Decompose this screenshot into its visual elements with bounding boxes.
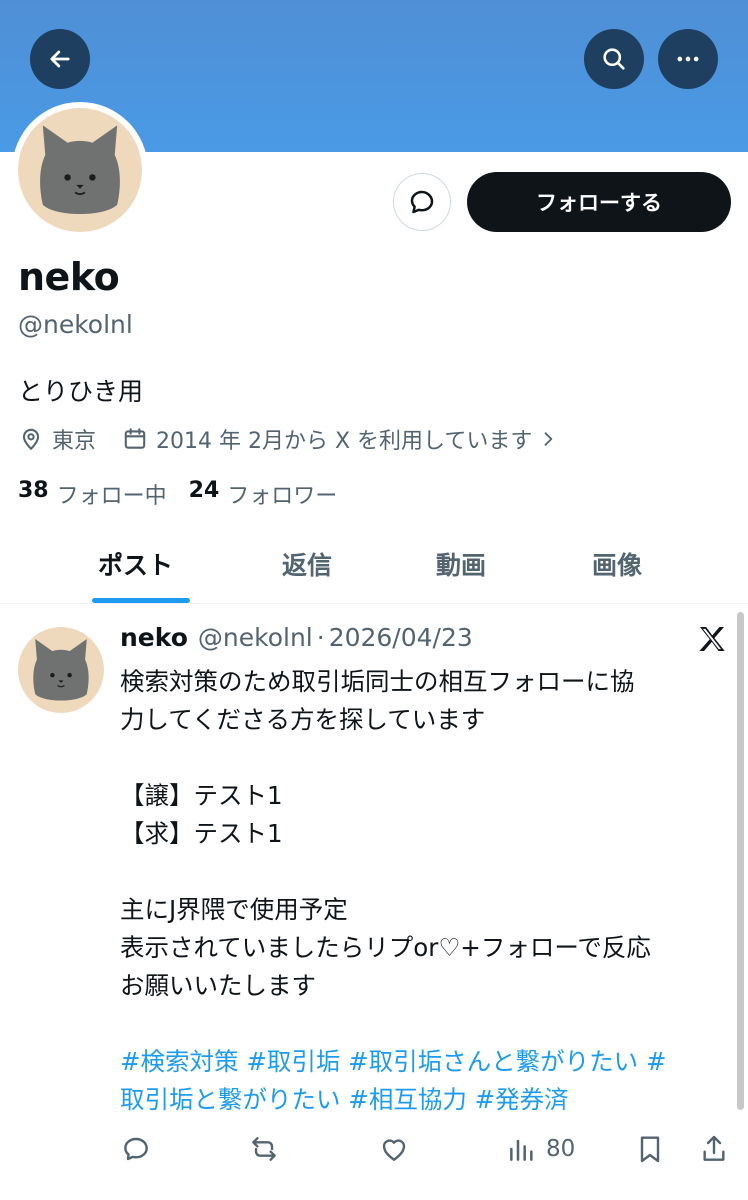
views-count: 80 bbox=[546, 1136, 576, 1162]
tab-replies[interactable]: 返信 bbox=[282, 546, 332, 582]
post-text-line bbox=[120, 853, 732, 891]
share-button[interactable] bbox=[698, 1133, 730, 1165]
reply-icon bbox=[124, 1137, 148, 1161]
cat-avatar-icon bbox=[40, 125, 120, 215]
reply-button[interactable] bbox=[120, 1133, 152, 1165]
views-button[interactable]: 80 bbox=[506, 1133, 575, 1165]
followers-label: フォロワー bbox=[227, 484, 338, 509]
active-tab-indicator bbox=[92, 598, 190, 603]
post-text: 検索対策のため取引垢同士の相互フォローに協 力してくださる方を探しています 【譲… bbox=[120, 663, 732, 1119]
tab-posts[interactable]: ポスト bbox=[98, 546, 173, 582]
profile-location: 東京 bbox=[52, 429, 97, 454]
profile-tabs: ポスト 返信 動画 画像 bbox=[0, 530, 748, 604]
profile-bio: とりひき用 bbox=[18, 377, 144, 406]
post-text-line: 表示されていましたらリプor♡+フォローで反応 bbox=[120, 933, 651, 962]
share-icon bbox=[703, 1135, 725, 1161]
back-button[interactable] bbox=[30, 29, 90, 89]
post-text-line bbox=[120, 1005, 732, 1043]
post-avatar[interactable] bbox=[18, 627, 104, 713]
search-icon bbox=[603, 48, 625, 70]
heart-icon bbox=[382, 1139, 406, 1161]
post-date[interactable]: 2026/04/23 bbox=[329, 623, 473, 652]
post-hashtags[interactable]: 取引垢と繋がりたい #相互協力 #発券済 bbox=[120, 1081, 732, 1119]
post-text-line: 検索対策のため取引垢同士の相互フォローに協 bbox=[120, 667, 635, 696]
post-actions: 80 bbox=[0, 1133, 748, 1173]
profile-stats: 38 フォロー中 24 フォロワー bbox=[18, 478, 359, 510]
post-text-line bbox=[120, 739, 732, 777]
message-button[interactable] bbox=[393, 173, 451, 231]
post-author-name[interactable]: neko bbox=[120, 623, 188, 652]
post-separator: · bbox=[316, 623, 325, 652]
post-item[interactable]: neko @nekolnl · 2026/04/23 検索対策のため取引垢同士の… bbox=[0, 605, 748, 1200]
post-header: neko @nekolnl · 2026/04/23 bbox=[120, 623, 473, 652]
chevron-right-icon[interactable] bbox=[538, 429, 558, 449]
profile-avatar[interactable] bbox=[12, 102, 148, 238]
location-pin-icon bbox=[22, 428, 40, 451]
profile-handle: @nekolnl bbox=[18, 310, 133, 339]
like-button[interactable] bbox=[378, 1133, 410, 1165]
scrollbar[interactable] bbox=[737, 612, 744, 1110]
following-count: 38 bbox=[18, 478, 49, 503]
bookmark-icon bbox=[640, 1136, 660, 1163]
post-text-line: お願いいたします bbox=[120, 971, 316, 1000]
cat-avatar-icon bbox=[33, 639, 89, 701]
post-text-line: 【求】テスト1 bbox=[120, 819, 283, 848]
profile-join-date[interactable]: 2014 年 2月から X を利用しています bbox=[156, 423, 532, 455]
post-text-line: 【譲】テスト1 bbox=[120, 781, 283, 810]
post-text-line: 主にJ界隈で使用予定 bbox=[120, 895, 348, 924]
more-button[interactable] bbox=[658, 29, 718, 89]
repost-icon bbox=[252, 1137, 276, 1161]
bookmark-button[interactable] bbox=[634, 1133, 666, 1165]
following-label: フォロー中 bbox=[56, 484, 167, 509]
post-hashtags[interactable]: #検索対策 #取引垢 #取引垢さんと繋がりたい # bbox=[120, 1043, 732, 1081]
arrow-left-icon bbox=[50, 50, 70, 68]
x-logo-icon bbox=[699, 627, 725, 651]
calendar-icon bbox=[124, 428, 146, 449]
profile-meta: 東京 2014 年 2月から X を利用しています bbox=[18, 423, 558, 455]
search-button[interactable] bbox=[584, 29, 644, 89]
message-bubble-icon bbox=[410, 190, 434, 214]
followers-stat[interactable]: 24 フォロワー bbox=[189, 478, 338, 510]
post-author-handle[interactable]: @nekolnl bbox=[198, 623, 313, 652]
profile-display-name: neko bbox=[18, 255, 120, 299]
views-bar-chart-icon bbox=[510, 1139, 533, 1161]
more-horizontal-icon bbox=[677, 56, 699, 62]
tab-videos[interactable]: 動画 bbox=[436, 546, 486, 582]
repost-button[interactable] bbox=[248, 1133, 280, 1165]
following-stat[interactable]: 38 フォロー中 bbox=[18, 478, 167, 510]
followers-count: 24 bbox=[188, 478, 220, 503]
follow-button[interactable]: フォローする bbox=[467, 172, 731, 232]
tab-images[interactable]: 画像 bbox=[592, 546, 642, 582]
post-text-line: 力してくださる方を探しています bbox=[120, 705, 486, 734]
